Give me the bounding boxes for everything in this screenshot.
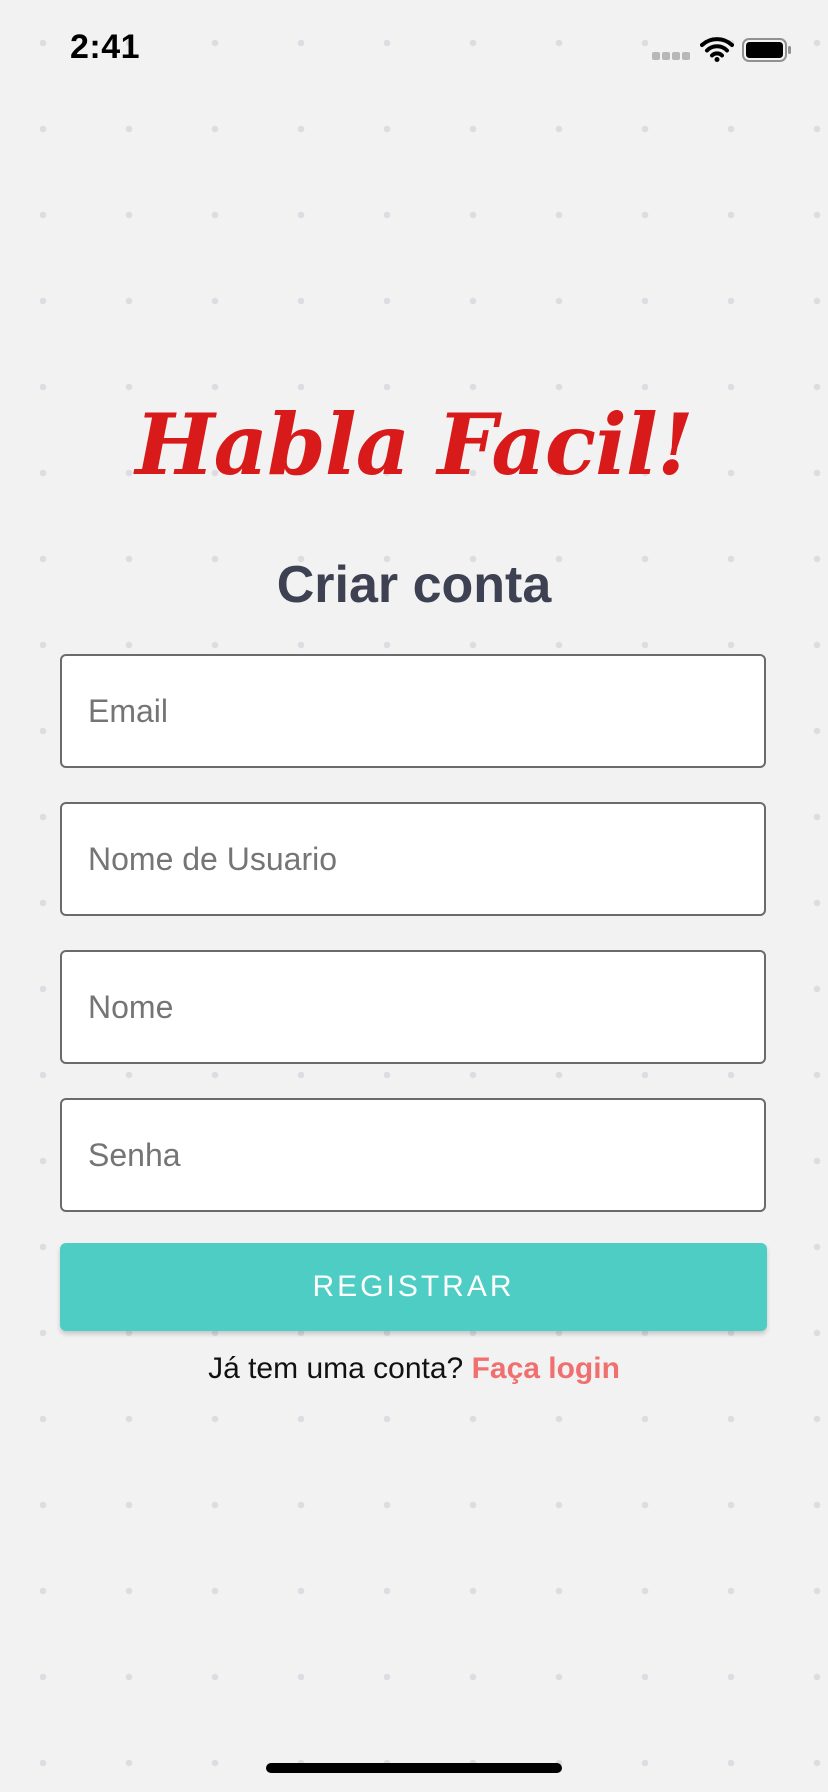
register-button[interactable]: REGISTRAR (60, 1243, 767, 1331)
app-logo: Habla Facil! (135, 395, 693, 494)
status-time: 2:41 (70, 28, 141, 66)
status-bar: 2:41 (0, 0, 828, 100)
home-indicator[interactable] (266, 1763, 562, 1773)
login-prompt: Já tem uma conta? Faça login (0, 1352, 828, 1386)
login-prompt-text: Já tem uma conta? (208, 1352, 464, 1385)
name-field[interactable] (60, 950, 766, 1064)
email-field[interactable] (60, 654, 766, 768)
page-title: Criar conta (276, 556, 552, 614)
login-link[interactable]: Faça login (472, 1352, 620, 1385)
username-field[interactable] (60, 802, 766, 916)
battery-icon (742, 38, 791, 62)
password-field[interactable] (60, 1098, 766, 1212)
wifi-icon (700, 37, 734, 62)
signal-icon (652, 52, 692, 60)
